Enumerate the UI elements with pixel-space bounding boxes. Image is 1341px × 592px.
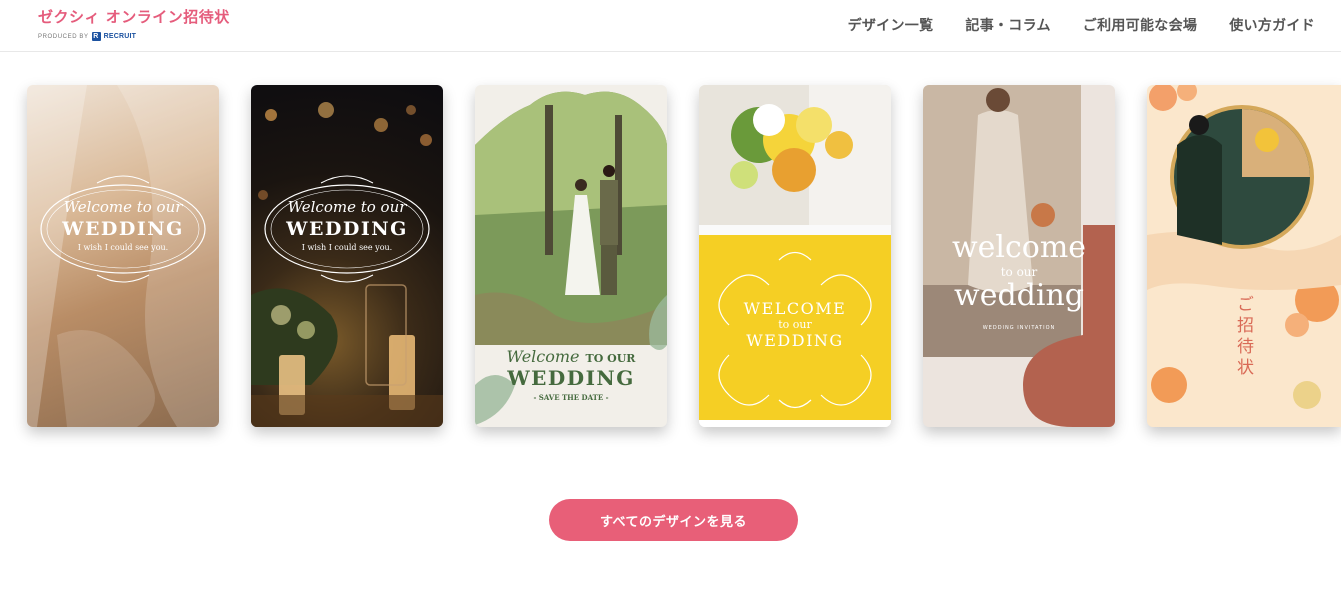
site-header: ゼクシィ オンライン招待状 PRODUCED BY R RECRUIT デザイン…: [0, 0, 1341, 52]
card5-line3: wedding: [954, 278, 1084, 313]
logo-produced-by: PRODUCED BY R RECRUIT: [38, 32, 230, 41]
logo-title: ゼクシィ オンライン招待状: [38, 8, 230, 26]
card2-script: Welcome to our: [287, 198, 407, 216]
ornament-frame-icon: [718, 251, 872, 409]
design-card-1[interactable]: Welcome to our WEDDING I wish I could se…: [27, 85, 219, 427]
card3-script: Welcome: [506, 347, 580, 366]
card6-vertical-title: ご招待状: [1233, 295, 1253, 379]
candles-background-icon: [251, 102, 443, 427]
nav-item-guide[interactable]: 使い方ガイド: [1229, 15, 1315, 35]
card2-title: WEDDING: [286, 218, 408, 240]
design-card-2[interactable]: Welcome to our WEDDING I wish I could se…: [251, 85, 443, 427]
view-all-designs-button[interactable]: すべてのデザインを見る: [549, 499, 798, 541]
nav-item-venues[interactable]: ご利用可能な会場: [1083, 15, 1197, 35]
card1-sub: I wish I could see you.: [77, 243, 169, 252]
design-card-5[interactable]: welcome to our wedding WEDDING INVITATIO…: [923, 85, 1115, 427]
main-nav: デザイン一覧 記事・コラム ご利用可能な会場 使い方ガイド: [848, 15, 1315, 35]
nav-item-designs[interactable]: デザイン一覧: [848, 15, 934, 35]
nav-item-articles[interactable]: 記事・コラム: [965, 15, 1050, 35]
site-logo[interactable]: ゼクシィ オンライン招待状 PRODUCED BY R RECRUIT: [38, 6, 230, 41]
card5-text: welcome to our wedding WEDDING INVITATIO…: [923, 230, 1115, 332]
card1-title: WEDDING: [62, 218, 184, 240]
design-carousel: Welcome to our WEDDING I wish I could se…: [27, 85, 1341, 427]
recruit-logo-icon: R: [91, 32, 101, 41]
card2-sub: I wish I could see you.: [301, 243, 393, 252]
design-card-6[interactable]: ご招待状: [1147, 85, 1341, 427]
recruit-label: RECRUIT: [103, 33, 137, 40]
card1-script: Welcome to our: [63, 198, 183, 216]
design-card-3[interactable]: Welcome TO OUR WEDDING - SAVE THE DATE -: [475, 85, 667, 427]
produced-by-label: PRODUCED BY: [38, 33, 89, 40]
design-card-4[interactable]: WELCOME to our WEDDING: [699, 85, 891, 427]
card3-to-our: TO OUR: [585, 352, 636, 365]
card5-line1: welcome: [951, 230, 1087, 265]
veil-background-icon: [27, 85, 219, 427]
card5-line2: to our: [1000, 265, 1038, 279]
card3-sub: - SAVE THE DATE -: [533, 393, 609, 402]
card5-sub: WEDDING INVITATION: [982, 325, 1056, 331]
card3-title: WEDDING: [507, 366, 635, 390]
